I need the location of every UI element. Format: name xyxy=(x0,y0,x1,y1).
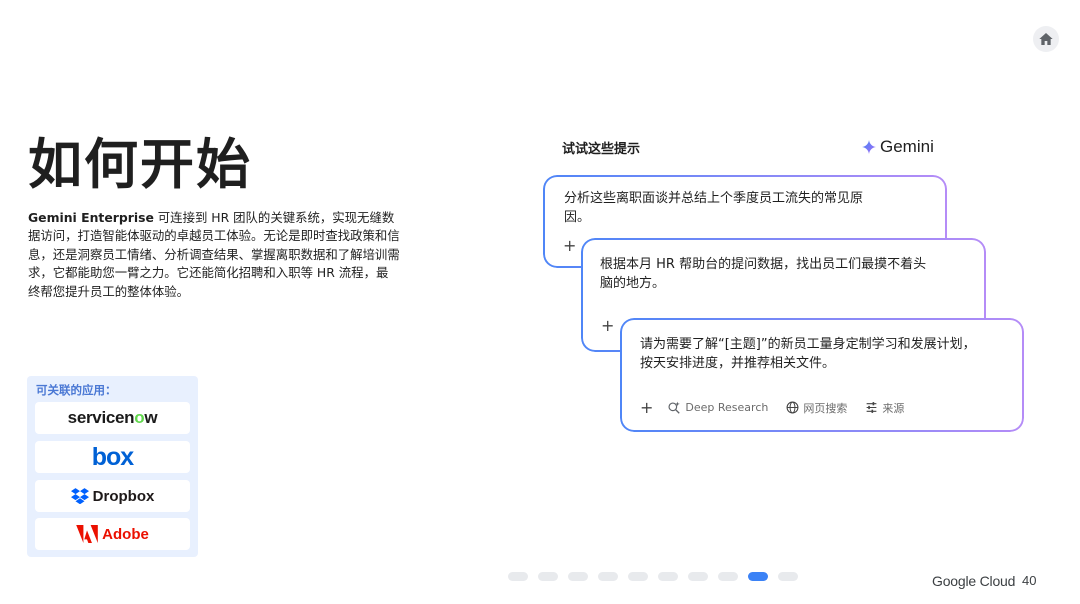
pager-dot[interactable] xyxy=(568,572,588,581)
pager-dot[interactable] xyxy=(778,572,798,581)
apps-label: 可关联的应用： xyxy=(36,383,117,397)
globe-icon xyxy=(786,401,799,414)
google-cloud-logo: Google Cloud xyxy=(932,573,1016,589)
prompt-text-3: 请为需要了解“[主题]”的新员工量身定制学习和发展计划，按天安排进度，并推荐相关… xyxy=(640,337,976,371)
add-icon[interactable]: + xyxy=(563,238,576,254)
pager-dot[interactable] xyxy=(718,572,738,581)
prompt-text-2: 根据本月 HR 帮助台的提问数据，找出员工们最摸不着头脑的地方。 xyxy=(600,257,927,291)
slide-description: Gemini Enterprise 可连接到 HR 团队的关键系统，实现无缝数据… xyxy=(28,209,400,301)
adobe-icon xyxy=(76,525,98,543)
sources-label: 来源 xyxy=(882,401,905,415)
pager-dot[interactable] xyxy=(658,572,678,581)
pager-dot[interactable] xyxy=(538,572,558,581)
sources-button[interactable]: 来源 xyxy=(865,400,904,416)
prompts-heading: 试试这些提示 xyxy=(562,142,641,157)
box-logo: box xyxy=(91,442,134,471)
tune-icon xyxy=(866,402,877,413)
gemini-logo: Gemini xyxy=(862,137,934,157)
app-dropbox[interactable]: Dropbox xyxy=(35,480,190,512)
pager-dot[interactable] xyxy=(508,572,528,581)
add-icon[interactable]: + xyxy=(601,318,614,334)
gemini-wordmark: Gemini xyxy=(880,137,934,156)
connectable-apps-panel: 可关联的应用： servicenow box Dropbox Adobe xyxy=(27,376,198,557)
gemini-sparkle-icon xyxy=(862,140,876,154)
page-number: 40 xyxy=(1022,573,1037,588)
pager-dot-active[interactable] xyxy=(748,572,768,581)
prompt-toolbar: + Deep Research 网页搜索 来源 xyxy=(640,398,922,417)
slide-pager xyxy=(508,572,798,581)
prompt-text-1: 分析这些离职面谈并总结上个季度员工流失的常见原因。 xyxy=(564,191,864,225)
pager-dot[interactable] xyxy=(598,572,618,581)
deep-research-label: Deep Research xyxy=(685,401,769,414)
app-adobe[interactable]: Adobe xyxy=(35,518,190,550)
dropbox-logo: Dropbox xyxy=(92,487,155,505)
pager-dot[interactable] xyxy=(628,572,648,581)
page-title: 如何开始 xyxy=(28,133,252,196)
app-servicenow[interactable]: servicenow xyxy=(35,402,190,434)
web-search-button[interactable]: 网页搜索 xyxy=(786,400,847,416)
add-icon[interactable]: + xyxy=(640,398,653,417)
description-brand: Gemini Enterprise xyxy=(28,210,154,225)
home-button[interactable] xyxy=(1033,26,1059,52)
web-search-label: 网页搜索 xyxy=(803,401,848,415)
deep-research-icon xyxy=(668,401,681,414)
adobe-logo: Adobe xyxy=(102,525,149,543)
deep-research-button[interactable]: Deep Research xyxy=(667,401,768,415)
app-box[interactable]: box xyxy=(35,441,190,473)
dropbox-icon xyxy=(70,488,89,504)
pager-dot[interactable] xyxy=(688,572,708,581)
servicenow-logo: servicenow xyxy=(67,408,158,427)
home-icon xyxy=(1039,33,1053,45)
prompt-card-3[interactable]: 请为需要了解“[主题]”的新员工量身定制学习和发展计划，按天安排进度，并推荐相关… xyxy=(620,318,1024,432)
